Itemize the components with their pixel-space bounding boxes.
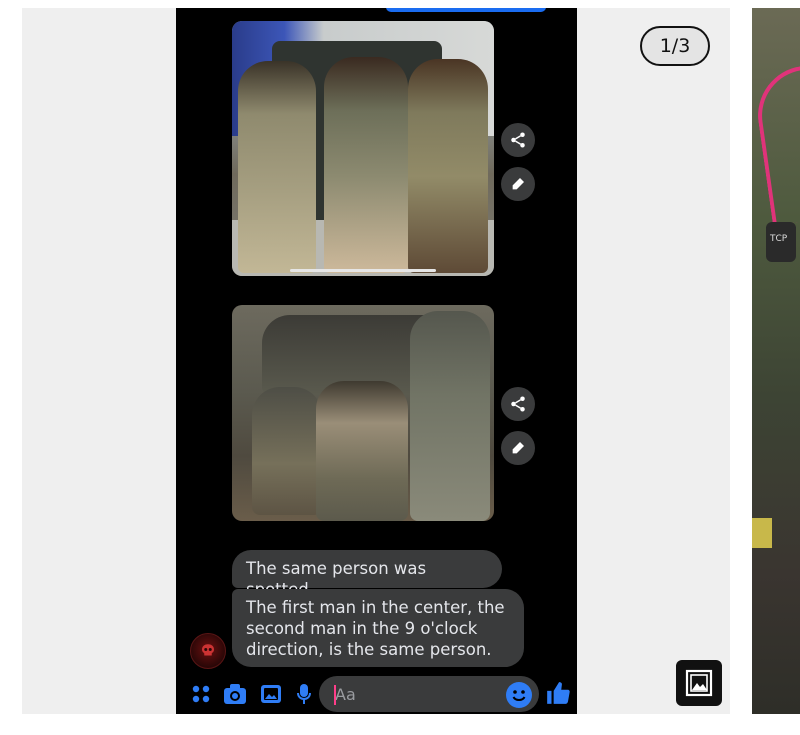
pink-annotation-stroke [752,64,800,226]
yellow-band [752,518,772,548]
message-bubble[interactable]: The first man in the center, the second … [232,589,524,667]
thumbs-up-icon [547,682,570,704]
chat-screenshot: The same person was spotted. The first m… [176,8,577,714]
edit-icon [512,442,524,454]
share-button[interactable] [501,387,535,421]
microphone-icon [297,684,311,704]
edit-icon [512,178,524,190]
image-icon [261,685,281,703]
gallery-button[interactable] [258,681,284,707]
camera-button[interactable] [222,681,248,707]
edit-button[interactable] [501,431,535,465]
message-composer [176,675,577,714]
menu-button[interactable] [188,681,214,707]
skull-icon [202,644,214,656]
camera-icon [224,684,246,704]
text-cursor [334,685,336,705]
soldier-left [252,387,322,515]
edit-button[interactable] [501,167,535,201]
share-button[interactable] [501,123,535,157]
menu-icon [192,685,210,703]
share-icon [511,132,525,148]
image-counter: 1/3 [640,26,710,66]
soldier-center [324,57,408,273]
soldier-left [238,61,316,273]
gallery-icon [685,669,713,697]
next-image-preview[interactable]: ТСР [752,8,800,714]
emoji-button[interactable] [506,682,532,708]
video-scrubber[interactable] [290,269,436,272]
view-gallery-button[interactable] [676,660,722,706]
soldier-center [316,381,408,521]
soldier-right [408,59,488,273]
like-button[interactable] [544,679,572,707]
share-icon [511,396,525,412]
voice-button[interactable] [291,681,317,707]
patch-text: ТСР [770,234,788,244]
soldiers-by-vehicle-photo[interactable] [232,21,494,276]
soldiers-in-trench-photo[interactable] [232,305,494,521]
top-indicator [386,8,546,12]
soldier-right [410,311,490,521]
message-bubble[interactable]: The same person was spotted. [232,550,502,599]
emoji-icon [507,683,531,707]
sender-avatar[interactable] [190,633,226,669]
